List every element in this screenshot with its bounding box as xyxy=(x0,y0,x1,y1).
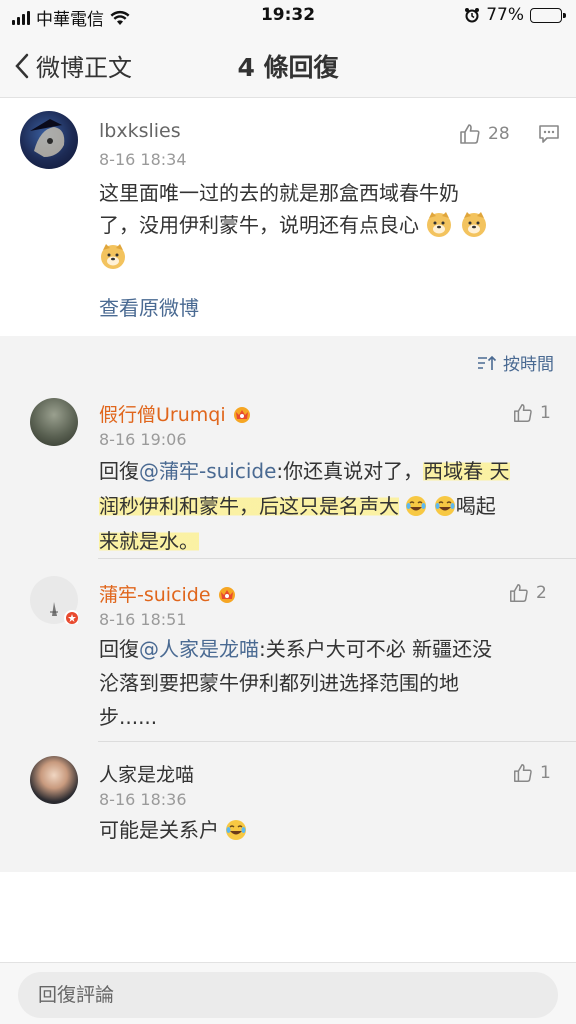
sort-icon xyxy=(478,355,497,370)
thumbs-up-icon xyxy=(460,124,480,144)
thumbs-up-icon xyxy=(514,404,532,422)
reply-username[interactable]: 人家是龙喵 xyxy=(99,760,194,787)
reply-line-3: 步...... xyxy=(99,705,158,729)
reply-comment-input[interactable] xyxy=(18,972,558,1018)
reply-line-1: 回復@蒲牢-suicide:你还真说对了，西域春 天 xyxy=(99,454,559,489)
status-bar: 中華電信 19:32 77% xyxy=(0,0,576,32)
reply-prefix: 回復 xyxy=(99,637,139,661)
bottom-reply-bar xyxy=(0,962,576,1024)
comment-line-3 xyxy=(99,241,559,273)
reply-text-b: 西域春 天 xyxy=(423,459,510,483)
reply-line-2: 沦落到要把蒙牛伊利都列进选择范围的地 xyxy=(99,671,459,695)
reply-line-3-text: 来就是水。 xyxy=(99,529,199,553)
reply-text: 回復@人家是龙喵:关系户大可不必 新疆还没 沦落到要把蒙牛伊利都列进选择范围的地… xyxy=(99,632,559,734)
laughing-tears-emoji-icon xyxy=(434,496,455,516)
mention-link[interactable]: @人家是龙喵 xyxy=(139,637,259,661)
reply-time: 8-16 19:06 xyxy=(99,430,187,449)
reply-text: 回復@蒲牢-suicide:你还真说对了，西域春 天 润秒伊利和蒙牛，后这只是名… xyxy=(99,454,559,559)
reply-username[interactable]: 假行僧Urumqi xyxy=(99,400,252,427)
doge-emoji-icon xyxy=(427,212,452,237)
alarm-icon xyxy=(465,8,480,23)
view-original-link[interactable]: 查看原微博 xyxy=(99,292,199,321)
vip-crown-icon xyxy=(218,587,235,603)
reply-item: 蒲牢-suicide 8-16 18:51 2 回復@人家是龙喵:关系户大可不必… xyxy=(0,570,576,738)
mention-link[interactable]: @蒲牢-suicide xyxy=(139,459,276,483)
doge-emoji-icon xyxy=(461,212,486,237)
like-count: 1 xyxy=(540,403,551,423)
divider xyxy=(98,558,576,559)
like-count: 28 xyxy=(488,124,510,144)
like-button[interactable]: 1 xyxy=(512,762,551,784)
reply-line-1: 回復@人家是龙喵:关系户大可不必 新疆还没 xyxy=(99,632,559,666)
like-count: 1 xyxy=(540,763,551,783)
main-comment: lbxkslies 8-16 18:34 28 这里面唯一过的去的就是那盒西域春… xyxy=(0,99,576,336)
thumbs-up-icon xyxy=(510,584,528,602)
comment-line-1: 这里面唯一过的去的就是那盒西域春牛奶 xyxy=(99,181,459,205)
avatar-art xyxy=(50,602,80,626)
doge-emoji-icon xyxy=(101,244,125,269)
reply-text-content: 可能是关系户 xyxy=(99,818,219,842)
reply-item: 人家是龙喵 8-16 18:36 1 可能是关系户 xyxy=(0,750,576,860)
reply-line-2-text: 润秒伊利和蒙牛，后这只是名声大 xyxy=(99,494,399,518)
sort-by-time-button[interactable]: 按時間 xyxy=(477,350,554,375)
status-right: 77% xyxy=(464,5,566,25)
avatar-art xyxy=(30,119,70,157)
page-title: 4 條回復 xyxy=(237,53,339,82)
vip-crown-icon xyxy=(233,407,250,423)
comment-time: 8-16 18:34 xyxy=(99,150,187,169)
reply-time: 8-16 18:51 xyxy=(99,610,187,629)
laughing-tears-emoji-icon xyxy=(406,496,427,516)
reply-line-2: 润秒伊利和蒙牛，后这只是名声大 喝起 xyxy=(99,489,559,524)
comment-text: 这里面唯一过的去的就是那盒西域春牛奶 了，没用伊利蒙牛，说明还有点良心 xyxy=(99,177,559,273)
laughing-tears-emoji-icon xyxy=(226,820,247,840)
reply-username-text: 假行僧Urumqi xyxy=(99,404,226,426)
like-button[interactable]: 1 xyxy=(512,402,551,424)
comment-icon[interactable] xyxy=(538,124,560,144)
battery-icon xyxy=(530,7,566,23)
nav-bar: 微博正文 4 條回復 xyxy=(0,32,576,98)
reply-time: 8-16 18:36 xyxy=(99,790,187,809)
reply-line-1-text: :关系户大可不必 新疆还没 xyxy=(259,637,493,661)
comment-line-2: 了，没用伊利蒙牛，说明还有点良心 xyxy=(99,209,559,241)
divider xyxy=(98,741,576,742)
avatar[interactable] xyxy=(30,756,78,804)
reply-username[interactable]: 蒲牢-suicide xyxy=(99,580,237,607)
reply-username-text: 蒲牢-suicide xyxy=(99,584,211,606)
reply-text-a: :你还真说对了， xyxy=(276,459,424,483)
avatar[interactable] xyxy=(20,111,78,169)
thumbs-up-icon xyxy=(514,764,532,782)
comment-line-2-text: 了，没用伊利蒙牛，说明还有点良心 xyxy=(99,213,419,237)
replies-section: 按時間 假行僧Urumqi 8-16 19:06 1 回復@蒲牢-suicide… xyxy=(0,336,576,872)
like-button[interactable]: 2 xyxy=(508,582,547,604)
like-count: 2 xyxy=(536,583,547,603)
like-button[interactable]: 28 xyxy=(458,122,510,146)
reply-line-3: 来就是水。 xyxy=(99,524,559,559)
sort-label: 按時間 xyxy=(503,355,554,375)
reply-prefix: 回復 xyxy=(99,459,139,483)
reply-line-2-end: 喝起 xyxy=(455,494,496,518)
avatar[interactable] xyxy=(30,398,78,446)
battery-percent: 77% xyxy=(486,5,524,25)
reply-item: 假行僧Urumqi 8-16 19:06 1 回復@蒲牢-suicide:你还真… xyxy=(0,390,576,558)
reply-text: 可能是关系户 xyxy=(99,814,559,846)
username[interactable]: lbxkslies xyxy=(99,120,181,142)
avatar[interactable] xyxy=(30,576,80,626)
